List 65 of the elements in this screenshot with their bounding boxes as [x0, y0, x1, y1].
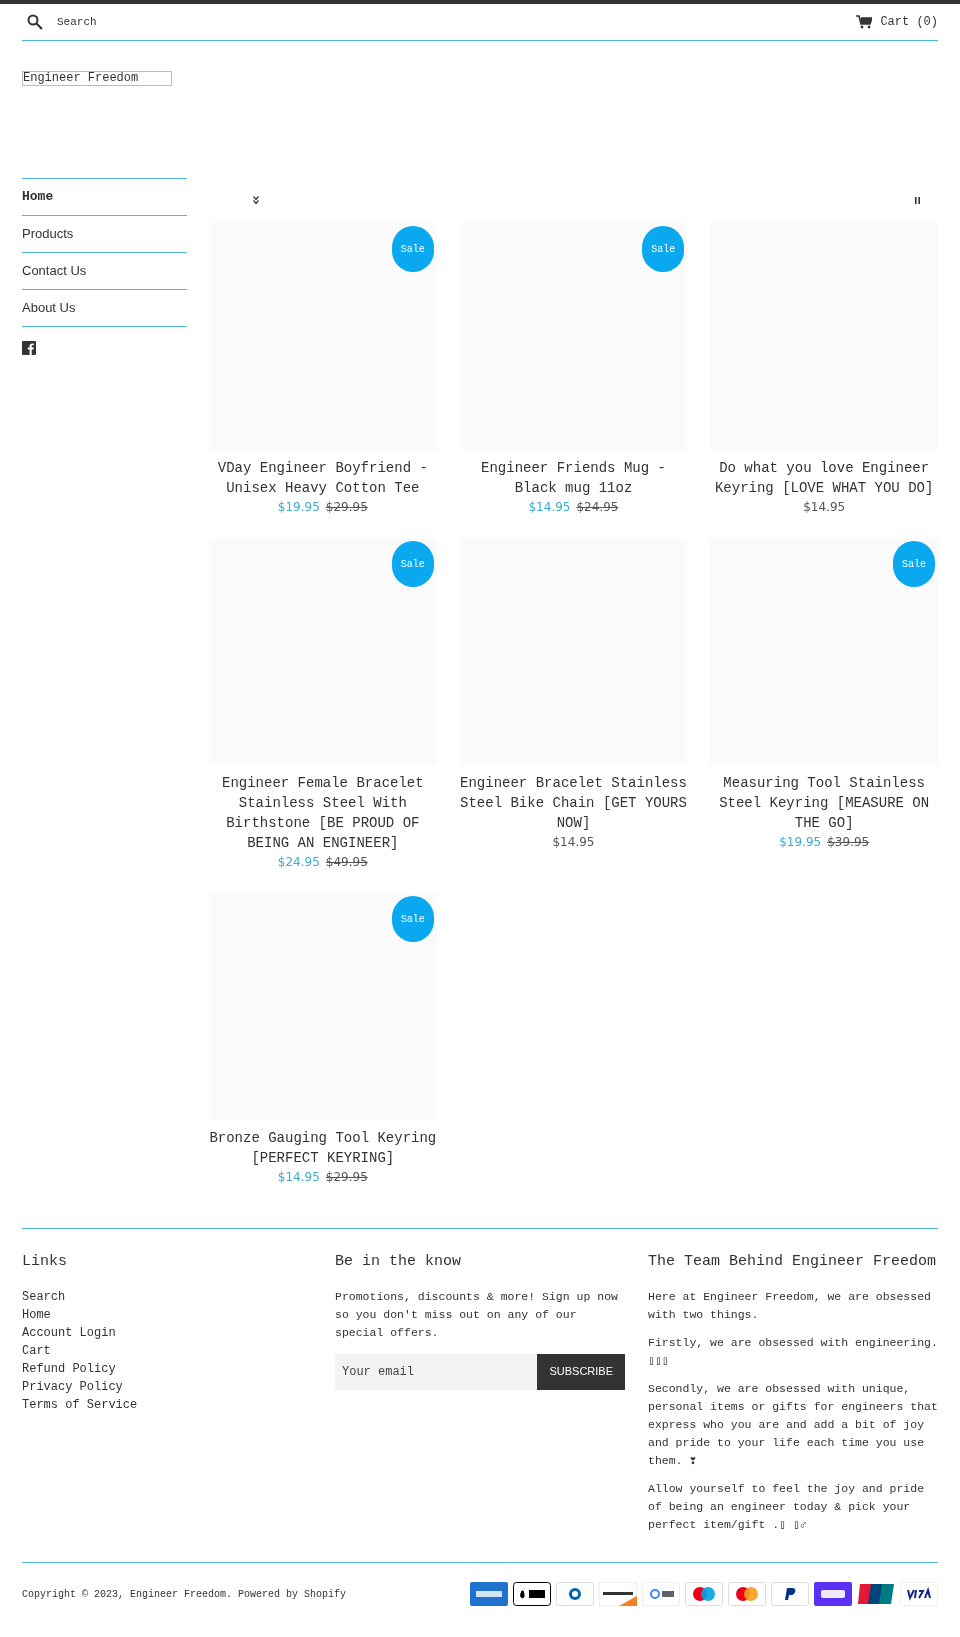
compare-price: $24.95 [576, 499, 619, 516]
cart-link[interactable]: Cart (0) [880, 13, 938, 31]
amex-card-icon [470, 1582, 508, 1606]
pause-icon[interactable] [915, 197, 920, 204]
sale-badge: Sale [642, 226, 685, 272]
product-title[interactable]: Do what you love Engineer Keyring [LOVE WHAT YOU DO] [710, 458, 938, 498]
product-title[interactable]: Engineer Friends Mug - Black mug 11oz [459, 458, 688, 498]
cart-icon[interactable] [856, 15, 873, 29]
price: $14.95 [552, 834, 595, 851]
product-title[interactable]: Bronze Gauging Tool Keyring [PERFECT KEYRING] [209, 1128, 437, 1168]
email-field[interactable]: Your email [335, 1353, 538, 1390]
logo-link[interactable]: Engineer Freedom [22, 71, 172, 86]
footer-link[interactable]: Privacy Policy [22, 1377, 123, 1396]
nav-link[interactable]: About Us [22, 290, 187, 327]
sale-price: $14.95 [528, 499, 571, 516]
compare-price: $29.95 [325, 499, 368, 516]
apple-pay-icon [513, 1582, 551, 1606]
footer-link[interactable]: Cart [22, 1341, 51, 1360]
discover-card-icon [599, 1582, 637, 1606]
sale-price: $14.95 [277, 1169, 320, 1186]
compare-price: $29.95 [325, 1169, 368, 1186]
facebook-icon[interactable] [22, 341, 36, 355]
footer-link[interactable]: Home [22, 1305, 51, 1324]
sale-badge: Sale [391, 226, 434, 272]
diners-card-icon [556, 1582, 594, 1606]
nav-link[interactable]: Contact Us [22, 253, 187, 290]
product-title[interactable]: Measuring Tool Stainless Steel Keyring [MEASURE ON THE GO] [710, 773, 938, 833]
unionpay-card-icon [857, 1582, 895, 1606]
footer-link[interactable]: Account Login [22, 1323, 116, 1342]
about-paragraph: Here at Engineer Freedom, we are obsessed with two things. [648, 1288, 932, 1323]
sale-badge: Sale [391, 541, 434, 587]
shop-pay-icon [814, 1582, 852, 1606]
about-heading: The Team Behind Engineer Freedom [648, 1252, 938, 1272]
search-field[interactable]: Search [57, 13, 257, 31]
footer-link[interactable]: Search [22, 1287, 66, 1306]
newsletter-heading: Be in the know [335, 1252, 463, 1272]
sale-price: $19.95 [277, 499, 320, 516]
links-heading: Links [22, 1252, 68, 1272]
product-title[interactable]: Engineer Female Bracelet Stainless Steel With Birthstone [BE PROUD OF BEING AN ENGINEER] [209, 773, 437, 853]
sale-badge: Sale [893, 541, 935, 587]
about-paragraph: Secondly, we are obsessed with unique, personal items or gifts for engineers that express who you are and add a bit of joy and pride to your life each time you use them. ❣ [648, 1380, 938, 1469]
google-pay-icon [642, 1582, 680, 1606]
compare-price: $49.95 [325, 854, 368, 871]
newsletter-text: Promotions, discounts & more! Sign up now so you don't miss out on any of our special offers. [335, 1288, 619, 1341]
sale-price: $19.95 [779, 834, 822, 851]
paypal-icon [771, 1582, 809, 1606]
mastercard-icon [728, 1582, 766, 1606]
compare-price: $39.95 [827, 834, 870, 851]
product-title[interactable]: Engineer Bracelet Stainless Steel Bike Chain [GET YOURS NOW] [459, 773, 688, 833]
search-icon[interactable] [27, 14, 43, 30]
price: $14.95 [803, 499, 846, 516]
copyright-text: Copyright © 2023, Engineer Freedom. Powered by Shopify [22, 1587, 347, 1602]
nav-link[interactable]: Home [22, 179, 187, 216]
product-title[interactable]: VDay Engineer Boyfriend - Unisex Heavy Cotton Tee [209, 458, 437, 498]
subscribe-button[interactable]: SUBSCRIBE [537, 1353, 625, 1390]
sale-price: $24.95 [277, 854, 320, 871]
nav-link[interactable]: Products [22, 216, 187, 253]
sale-badge: Sale [391, 896, 434, 942]
about-paragraph: Allow yourself to feel the joy and pride of being an engineer today & pick your perfect item/gift .▯ ▯♂ [648, 1480, 926, 1533]
chevrons-icon[interactable] [253, 196, 259, 205]
maestro-card-icon [685, 1582, 723, 1606]
about-paragraph: Firstly, we are obsessed with engineering. ▯▯▯ [648, 1334, 938, 1369]
footer-link[interactable]: Terms of Service [22, 1395, 138, 1414]
footer-link[interactable]: Refund Policy [22, 1359, 116, 1378]
visa-card-icon [900, 1582, 938, 1606]
